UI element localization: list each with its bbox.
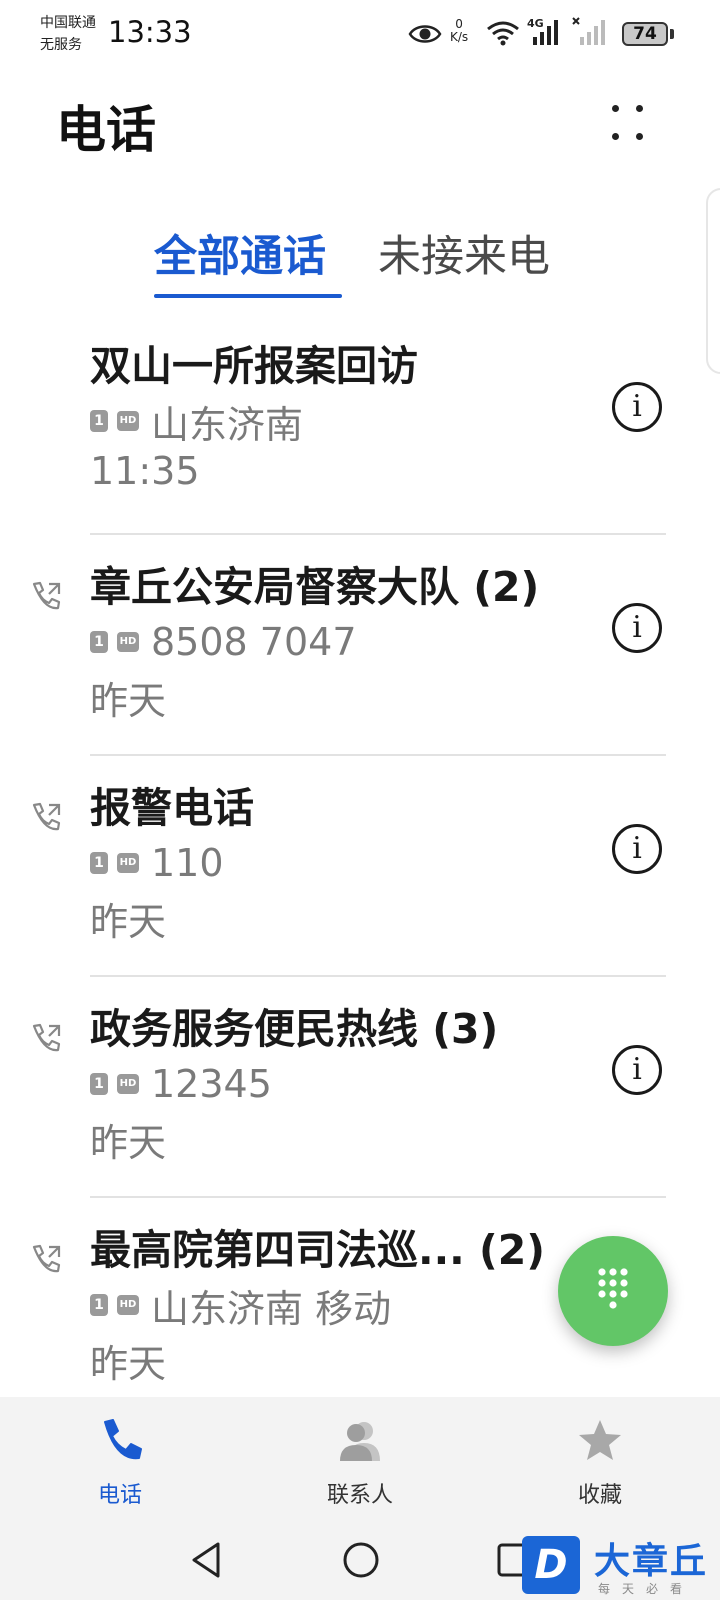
contacts-icon [340, 1422, 380, 1461]
caller-number: 12345 [151, 1062, 272, 1106]
dialpad-button[interactable] [558, 1236, 668, 1346]
net-speed-unit: K/s [450, 30, 469, 44]
watermark-logo: D [522, 1536, 580, 1594]
info-icon[interactable]: i [612, 1045, 662, 1095]
call-log-item[interactable]: 政务服务便民热线 (3) 1 HD 12345 昨天 i [0, 977, 720, 1198]
call-meta: 1 HD 110 [90, 838, 224, 888]
page-title: 电话 [56, 101, 156, 159]
call-time: 昨天 [90, 900, 167, 944]
caller-name: 最高院第四司法巡... (2) [90, 1226, 546, 1274]
tab-indicator [154, 294, 342, 298]
nav-label: 电话 [97, 1483, 142, 1508]
call-log-item[interactable]: 报警电话 1 HD 110 昨天 i [0, 756, 720, 977]
watermark-logo-letter: D [534, 1542, 568, 1588]
battery-cap [670, 29, 674, 39]
tab-all-calls[interactable]: 全部通话 [154, 222, 326, 284]
watermark-text: 大章丘 [594, 1541, 709, 1582]
nav-contacts[interactable]: 联系人 [280, 1397, 440, 1520]
battery-level: 74 [633, 24, 657, 44]
star-icon [579, 1420, 621, 1460]
nav-label: 联系人 [326, 1483, 393, 1508]
call-meta: 1 HD 12345 [90, 1059, 272, 1109]
battery-icon: 74 [622, 22, 668, 46]
menu-dot [612, 105, 619, 112]
caller-location: 山东济南 移动 [151, 1286, 392, 1331]
hd-call-icon: HD [117, 632, 139, 652]
nav-phone[interactable]: 电话 [40, 1397, 200, 1520]
call-time: 昨天 [90, 1342, 167, 1386]
caller-number: 8508 7047 [151, 620, 357, 664]
caller-name: 政务服务便民热线 (3) [90, 1005, 499, 1053]
back-icon[interactable] [188, 1540, 224, 1580]
caller-name: 报警电话 [90, 784, 254, 832]
outgoing-call-icon [32, 1023, 61, 1052]
carrier-info: 中国联通 无服务 [40, 12, 96, 56]
sim-1-icon: 1 [90, 1073, 108, 1095]
outgoing-call-icon [32, 581, 61, 610]
call-time: 昨天 [90, 1121, 167, 1165]
status-bar: 中国联通 无服务 13:33 0 K/s 4G 74 [0, 0, 720, 70]
hd-call-icon: HD [117, 411, 139, 431]
sim-1-icon: 1 [90, 631, 108, 653]
info-icon[interactable]: i [612, 382, 662, 432]
carrier-name: 中国联通 [40, 15, 96, 31]
menu-dot [636, 105, 643, 112]
phone-icon [104, 1419, 142, 1460]
hd-call-icon: HD [117, 853, 139, 873]
home-icon[interactable] [341, 1540, 381, 1580]
call-meta: 1 HD 8508 7047 [90, 617, 357, 667]
menu-dot [612, 133, 619, 140]
dialpad-icon [598, 1268, 628, 1309]
eye-icon [408, 25, 442, 43]
info-icon[interactable]: i [612, 603, 662, 653]
caller-number: 110 [151, 841, 224, 885]
signal-4g-icon: 4G [527, 17, 563, 47]
caller-name: 章丘公安局督察大队 (2) [90, 563, 540, 611]
hd-call-icon: HD [117, 1074, 139, 1094]
outgoing-call-icon [32, 802, 61, 831]
call-log-item[interactable]: 章丘公安局督察大队 (2) 1 HD 8508 7047 昨天 i [0, 535, 720, 756]
hd-call-icon: HD [117, 1295, 139, 1315]
call-meta: 1 HD 山东济南 [90, 396, 304, 447]
nav-favorites[interactable]: 收藏 [520, 1397, 680, 1520]
sim-1-icon: 1 [90, 852, 108, 874]
signal-no-service-icon [572, 17, 605, 45]
watermark-subtitle: 每天必看 [598, 1582, 695, 1596]
menu-dot [636, 133, 643, 140]
call-time: 昨天 [90, 679, 167, 723]
wifi-icon [487, 21, 519, 46]
info-icon[interactable]: i [612, 824, 662, 874]
status-time: 13:33 [108, 15, 192, 49]
net-speed: 0 K/s [450, 18, 468, 44]
caller-location: 山东济南 [151, 402, 304, 447]
nav-label: 收藏 [577, 1483, 622, 1508]
bottom-nav: 电话 联系人 收藏 [0, 1397, 720, 1520]
tab-missed-calls[interactable]: 未接来电 [378, 222, 550, 284]
call-meta: 1 HD 山东济南 移动 [90, 1280, 392, 1331]
call-log-item[interactable]: 双山一所报案回访 1 HD 山东济南 11:35 i [0, 314, 720, 535]
sim-1-icon: 1 [90, 410, 108, 432]
more-menu-button[interactable] [612, 105, 652, 145]
call-time: 11:35 [90, 449, 200, 493]
outgoing-call-icon [32, 1244, 61, 1273]
sim-1-icon: 1 [90, 1294, 108, 1316]
service-status: 无服务 [40, 37, 82, 53]
caller-name: 双山一所报案回访 [90, 342, 418, 390]
